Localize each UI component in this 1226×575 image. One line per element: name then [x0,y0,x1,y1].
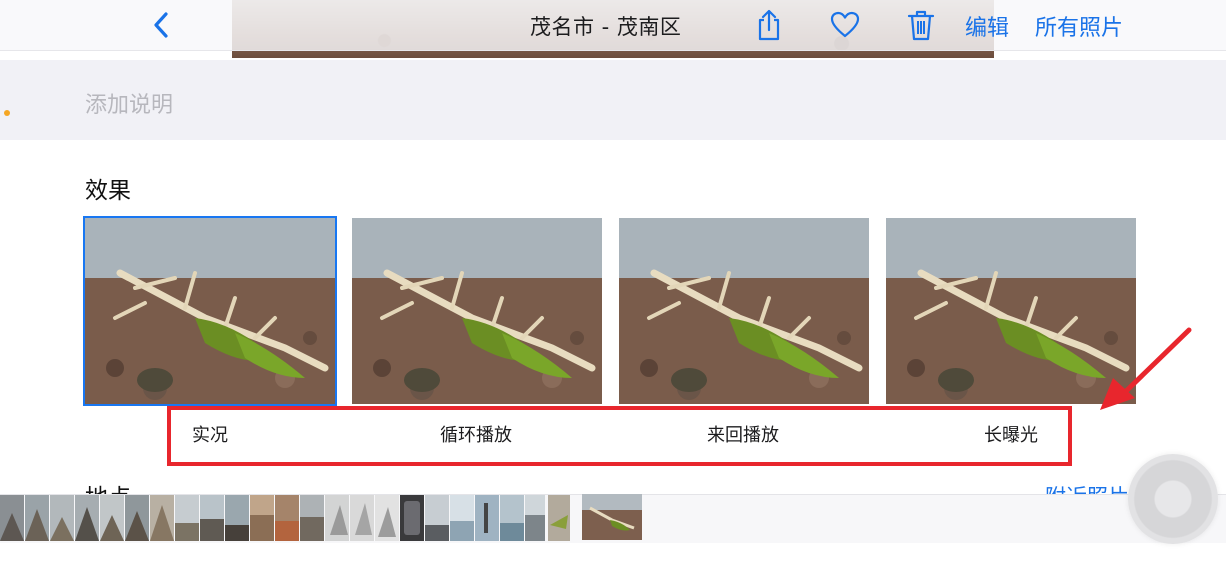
nearby-photos-link[interactable]: 附近照片 [1045,481,1129,494]
effect-thumb-live[interactable] [83,216,337,406]
caption-placeholder: 添加说明 [85,93,174,118]
all-photos-button[interactable]: 所有照片 [1035,10,1123,42]
navigation-bar: 茂名市 - 茂南区 编辑 所有照片 [0,0,1226,51]
share-icon [758,9,780,41]
caption-field[interactable] [0,60,1226,140]
effects-section-title: 效果 [85,178,131,204]
effect-thumb-bounce[interactable] [619,218,869,404]
edit-button[interactable]: 编辑 [965,10,1009,42]
indicator-dot [4,110,10,116]
driftwood-photo [352,218,602,404]
driftwood-photo [85,218,335,404]
delete-button[interactable] [906,9,936,41]
chevron-left-icon [154,12,168,38]
annotation-arrow-icon [1100,327,1192,410]
assistive-touch-button[interactable] [1128,454,1218,544]
trash-icon [907,10,935,41]
effect-label-long-exposure: 长曝光 [984,425,1038,446]
places-section-title: 地点 [85,478,131,494]
page-title: 茂名市 - 茂南区 [530,15,682,39]
driftwood-photo [619,218,869,404]
effect-label-loop: 循环播放 [440,425,512,446]
effect-thumb-loop[interactable] [352,218,602,404]
thumbnail-strip-images [0,495,570,541]
back-button[interactable] [148,10,176,40]
effect-label-live: 实况 [192,425,228,446]
current-photo-thumb[interactable] [582,494,642,540]
highlight-box [167,406,1072,466]
favorite-button[interactable] [830,9,860,41]
heart-icon [830,11,860,38]
effect-label-bounce: 来回播放 [707,425,779,446]
share-button[interactable] [754,9,784,41]
